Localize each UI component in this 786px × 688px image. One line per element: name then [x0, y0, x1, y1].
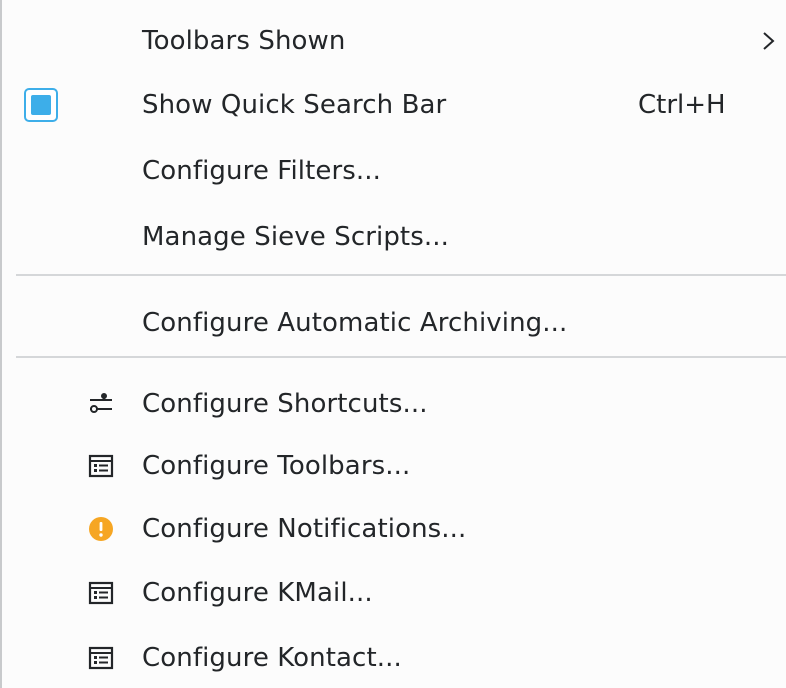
menu-separator	[16, 356, 786, 358]
menu-item-manage-sieve-scripts[interactable]: Manage Sieve Scripts...	[2, 207, 786, 267]
kmail-config-icon	[88, 581, 114, 605]
checkbox-checked[interactable]	[24, 88, 58, 122]
settings-menu: Toolbars Shown Show Quick Search Bar Ctr…	[0, 0, 786, 688]
shortcut-label: Ctrl+H	[638, 90, 726, 120]
menu-item-label: Configure Kontact...	[142, 643, 402, 673]
menu-item-label: Toolbars Shown	[142, 26, 346, 56]
chevron-right-icon	[763, 32, 775, 50]
menu-item-label: Configure Automatic Archiving...	[142, 308, 568, 338]
menu-item-configure-notifications[interactable]: Configure Notifications...	[2, 499, 786, 559]
menu-item-label: Manage Sieve Scripts...	[142, 222, 449, 252]
menu-item-show-quick-search-bar[interactable]: Show Quick Search Bar Ctrl+H	[2, 75, 786, 135]
menu-separator	[16, 274, 786, 276]
menu-item-label: Configure Toolbars...	[142, 451, 411, 481]
shortcuts-icon	[90, 393, 112, 413]
menu-item-configure-automatic-archiving[interactable]: Configure Automatic Archiving...	[2, 293, 786, 353]
menu-item-configure-kontact[interactable]: Configure Kontact...	[2, 628, 786, 688]
menu-item-configure-toolbars[interactable]: Configure Toolbars...	[2, 436, 786, 496]
menu-item-configure-shortcuts[interactable]: Configure Shortcuts...	[2, 374, 786, 434]
menu-item-label: Configure Shortcuts...	[142, 389, 428, 419]
toolbars-icon	[88, 454, 114, 478]
menu-item-toolbars-shown[interactable]: Toolbars Shown	[2, 11, 786, 71]
menu-item-label: Configure KMail...	[142, 578, 373, 608]
menu-item-configure-kmail[interactable]: Configure KMail...	[2, 563, 786, 623]
menu-item-configure-filters[interactable]: Configure Filters...	[2, 141, 786, 201]
menu-item-label: Configure Notifications...	[142, 514, 467, 544]
kontact-config-icon	[88, 646, 114, 670]
menu-item-label: Configure Filters...	[142, 156, 382, 186]
menu-item-label: Show Quick Search Bar	[142, 90, 447, 120]
notifications-icon	[89, 517, 113, 541]
